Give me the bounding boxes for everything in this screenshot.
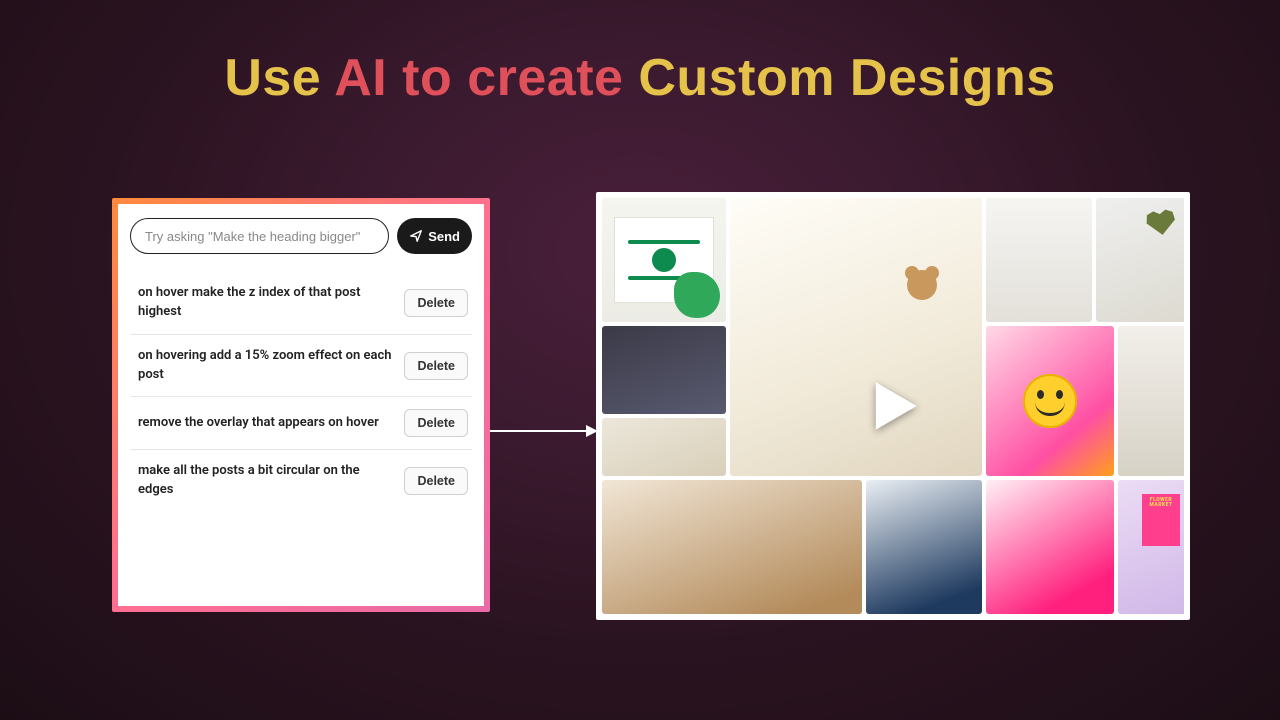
gallery-tile (1096, 198, 1184, 322)
delete-button[interactable]: Delete (404, 352, 468, 380)
delete-button[interactable]: Delete (404, 467, 468, 495)
prompt-list: on hover make the z index of that post h… (130, 272, 472, 512)
chat-input-row: Send (130, 218, 472, 254)
prompt-text: remove the overlay that appears on hover (138, 414, 394, 433)
gallery-tile (602, 198, 726, 322)
gallery-tile (986, 326, 1114, 476)
flower-poster-text: FLOWER MARKET (1142, 498, 1180, 509)
delete-button[interactable]: Delete (404, 289, 468, 317)
headline-part-3: Custom Designs (638, 49, 1055, 107)
send-button-label: Send (428, 229, 460, 244)
headline-part-2: AI to create (334, 49, 638, 107)
headline-part-1: Use (224, 49, 334, 107)
gallery-tile (730, 198, 982, 476)
gallery-tile (986, 480, 1114, 614)
chat-input[interactable] (130, 218, 389, 254)
gallery-tile (866, 480, 982, 614)
prompt-text: on hovering add a 15% zoom effect on eac… (138, 347, 394, 385)
gallery-tile (602, 480, 862, 614)
prompt-row: make all the posts a bit circular on the… (130, 450, 472, 512)
gallery-tile (602, 326, 726, 414)
prompt-row: on hovering add a 15% zoom effect on eac… (130, 335, 472, 398)
gallery-thumbnail[interactable]: FLOWER MARKET (596, 192, 1190, 620)
gallery-tile (1118, 326, 1184, 476)
headline: Use AI to create Custom Designs (0, 48, 1280, 108)
gallery-tile (986, 198, 1092, 322)
connector-arrow-icon (490, 430, 596, 432)
prompt-row: on hover make the z index of that post h… (130, 272, 472, 335)
play-button[interactable] (860, 373, 926, 439)
prompt-text: make all the posts a bit circular on the… (138, 462, 394, 500)
prompt-text: on hover make the z index of that post h… (138, 284, 394, 322)
delete-button[interactable]: Delete (404, 409, 468, 437)
send-button[interactable]: Send (397, 218, 472, 254)
play-icon (860, 373, 926, 439)
gallery-grid: FLOWER MARKET (602, 198, 1184, 614)
gallery-tile: FLOWER MARKET (1118, 480, 1184, 614)
gallery-tile (602, 418, 726, 476)
send-icon (409, 229, 423, 243)
prompt-row: remove the overlay that appears on hover… (130, 397, 472, 450)
ai-chat-panel-inner: Send on hover make the z index of that p… (118, 204, 484, 606)
ai-chat-panel: Send on hover make the z index of that p… (112, 198, 490, 612)
